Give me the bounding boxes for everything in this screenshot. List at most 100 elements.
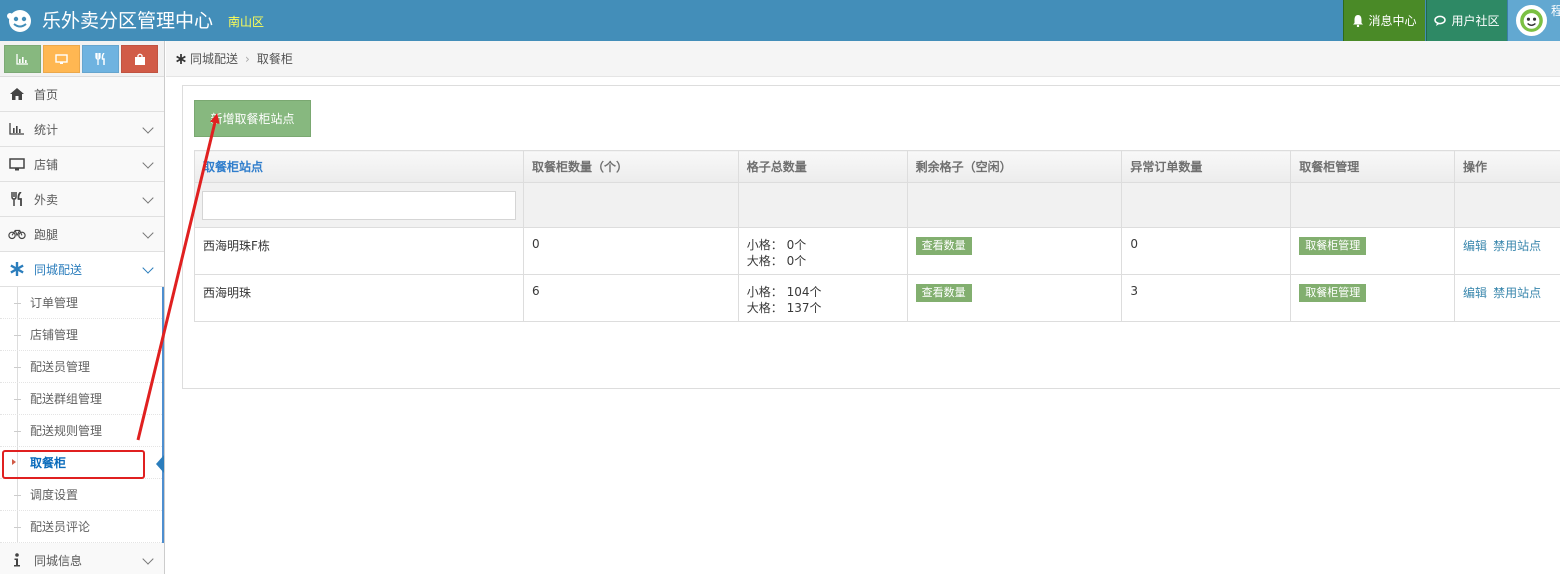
messages-button[interactable]: 消息中心 bbox=[1343, 0, 1425, 41]
column-header-site[interactable]: 取餐柜站点 bbox=[194, 150, 524, 183]
submenu-item-label: 配送员管理 bbox=[30, 360, 91, 374]
bar-chart-icon bbox=[16, 53, 28, 65]
shortcut-takeout-button[interactable] bbox=[82, 45, 119, 73]
view-count-button[interactable]: 查看数量 bbox=[915, 237, 972, 255]
chevron-down-icon bbox=[142, 553, 154, 565]
chevron-down-icon bbox=[142, 262, 154, 274]
submenu-item-label: 店铺管理 bbox=[30, 328, 79, 342]
asterisk-icon bbox=[8, 261, 26, 277]
submenu-item-label: 调度设置 bbox=[30, 488, 79, 502]
community-button[interactable]: 用户社区 bbox=[1426, 0, 1507, 41]
bicycle-icon bbox=[8, 226, 26, 242]
top-navbar: 乐外卖分区管理中心 南山区 消息中心 用户社区 程 bbox=[0, 0, 1560, 41]
filter-cell bbox=[906, 182, 1123, 228]
table-filter-row bbox=[194, 182, 1560, 228]
filter-cell bbox=[1454, 182, 1560, 228]
bell-icon bbox=[1353, 15, 1364, 27]
filter-cell bbox=[737, 182, 908, 228]
shortcut-store-button[interactable] bbox=[43, 45, 80, 73]
breadcrumb-current: 取餐柜 bbox=[256, 52, 293, 66]
sidebar-item-label: 统计 bbox=[34, 122, 59, 137]
submenu-item-delivery-rules[interactable]: 配送规则管理 bbox=[0, 415, 162, 447]
disable-site-link[interactable]: 禁用站点 bbox=[1493, 239, 1541, 253]
sidebar-item-label: 同城信息 bbox=[34, 553, 83, 568]
breadcrumb-parent[interactable]: 同城配送 bbox=[190, 50, 238, 67]
sidebar-item-local-info[interactable]: 同城信息 bbox=[0, 543, 164, 574]
sidebar-item-home[interactable]: 首页 bbox=[0, 77, 164, 112]
total-cells-cell: 小格： 0个 大格： 0个 bbox=[737, 227, 908, 275]
submenu-item-stores[interactable]: 店铺管理 bbox=[0, 319, 162, 351]
district-label[interactable]: 南山区 bbox=[228, 13, 264, 31]
avatar bbox=[1516, 5, 1547, 36]
view-count-button[interactable]: 查看数量 bbox=[915, 284, 972, 302]
submenu-item-couriers[interactable]: 配送员管理 bbox=[0, 351, 162, 383]
locker-sites-table: 取餐柜站点 取餐柜数量（个） 格子总数量 剩余格子（空闲） 异常订单数量 取餐柜… bbox=[194, 150, 1560, 322]
desktop-icon bbox=[55, 53, 68, 64]
annotation-highlight-box bbox=[2, 450, 145, 479]
disable-site-link[interactable]: 禁用站点 bbox=[1493, 286, 1541, 300]
shortcut-bag-button[interactable] bbox=[121, 45, 158, 73]
table-row: 西海明珠 6 小格： 104个 大格： 137个 查看数量 3 取餐柜管理 编辑… bbox=[194, 274, 1560, 322]
sidebar-shortcuts bbox=[0, 41, 164, 77]
cutlery-icon bbox=[8, 191, 26, 207]
manage-cell: 取餐柜管理 bbox=[1290, 227, 1456, 275]
submenu-item-courier-reviews[interactable]: 配送员评论 bbox=[0, 511, 162, 543]
locker-manage-button[interactable]: 取餐柜管理 bbox=[1299, 284, 1367, 302]
sidebar-item-takeout[interactable]: 外卖 bbox=[0, 182, 164, 217]
sidebar-item-label: 店铺 bbox=[34, 157, 59, 172]
edit-link[interactable]: 编辑 bbox=[1463, 286, 1487, 300]
actions-cell: 编辑 禁用站点 bbox=[1454, 227, 1560, 275]
column-header-total-cells: 格子总数量 bbox=[737, 150, 908, 183]
sidebar-item-stats[interactable]: 统计 bbox=[0, 112, 164, 147]
column-header-remaining-cells: 剩余格子（空闲） bbox=[906, 150, 1123, 183]
logo-icon bbox=[7, 10, 31, 32]
chevron-down-icon bbox=[142, 122, 154, 134]
small-cells-text: 小格： 0个 bbox=[746, 238, 807, 252]
filter-cell bbox=[194, 182, 524, 228]
submenu-item-label: 配送规则管理 bbox=[30, 424, 103, 438]
info-icon bbox=[8, 552, 26, 568]
submenu-item-dispatch-settings[interactable]: 调度设置 bbox=[0, 479, 162, 511]
comments-icon bbox=[1434, 15, 1447, 26]
sidebar: 首页 统计 店铺 外卖 跑腿 同城配送 订单管理 店铺管理 配送员管理 配送群组… bbox=[0, 41, 165, 574]
site-cell: 西海明珠 bbox=[194, 274, 524, 322]
submenu-item-orders[interactable]: 订单管理 bbox=[0, 287, 162, 319]
app-title[interactable]: 乐外卖分区管理中心 bbox=[42, 8, 213, 34]
active-pointer-icon bbox=[156, 455, 164, 473]
breadcrumb-separator-icon: › bbox=[245, 51, 250, 66]
submenu-item-label: 配送员评论 bbox=[30, 520, 91, 534]
site-cell: 西海明珠F栋 bbox=[194, 227, 524, 275]
sidebar-item-store[interactable]: 店铺 bbox=[0, 147, 164, 182]
cutlery-icon bbox=[94, 53, 105, 65]
count-cell: 0 bbox=[522, 227, 739, 275]
sidebar-item-label: 首页 bbox=[34, 87, 59, 102]
bar-chart-icon bbox=[8, 121, 26, 137]
breadcrumb: 同城配送 › 取餐柜 bbox=[166, 41, 1560, 77]
count-cell: 6 bbox=[522, 274, 739, 322]
edit-link[interactable]: 编辑 bbox=[1463, 239, 1487, 253]
messages-label: 消息中心 bbox=[1368, 14, 1417, 28]
sidebar-item-label: 跑腿 bbox=[34, 227, 59, 242]
locker-manage-button[interactable]: 取餐柜管理 bbox=[1299, 237, 1367, 255]
column-header-count: 取餐柜数量（个） bbox=[522, 150, 739, 183]
large-cells-text: 大格： 0个 bbox=[746, 254, 807, 268]
abnormal-cell: 0 bbox=[1121, 227, 1292, 275]
asterisk-icon bbox=[176, 53, 186, 64]
sidebar-item-local-delivery[interactable]: 同城配送 bbox=[0, 252, 164, 287]
sidebar-item-errand[interactable]: 跑腿 bbox=[0, 217, 164, 252]
actions-cell: 编辑 禁用站点 bbox=[1454, 274, 1560, 322]
table-header-row: 取餐柜站点 取餐柜数量（个） 格子总数量 剩余格子（空闲） 异常订单数量 取餐柜… bbox=[194, 150, 1560, 183]
shortcut-stats-button[interactable] bbox=[4, 45, 41, 73]
column-header-actions: 操作 bbox=[1454, 150, 1560, 183]
large-cells-text: 大格： 137个 bbox=[746, 301, 822, 315]
user-menu[interactable]: 程 bbox=[1507, 0, 1560, 41]
manage-cell: 取餐柜管理 bbox=[1290, 274, 1456, 322]
chevron-down-icon bbox=[142, 192, 154, 204]
filter-cell bbox=[522, 182, 739, 228]
sidebar-item-label: 同城配送 bbox=[34, 262, 83, 277]
add-locker-site-button[interactable]: 新增取餐柜站点 bbox=[194, 100, 311, 137]
site-filter-input[interactable] bbox=[202, 190, 516, 220]
desktop-icon bbox=[8, 156, 26, 172]
submenu-item-courier-groups[interactable]: 配送群组管理 bbox=[0, 383, 162, 415]
total-cells-cell: 小格： 104个 大格： 137个 bbox=[737, 274, 908, 322]
